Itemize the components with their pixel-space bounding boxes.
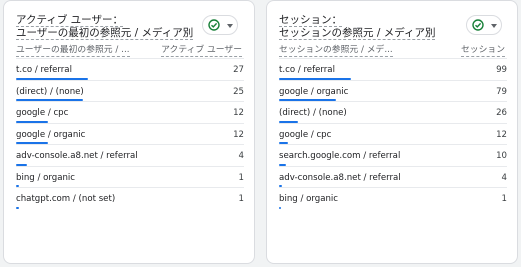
row-value: 4 bbox=[501, 172, 507, 183]
row-value: 1 bbox=[238, 194, 244, 204]
card-title: アクティブ ユーザー： ユーザーの最初の参照元 / メディア別 bbox=[16, 14, 194, 40]
card-title-line2: ユーザーの最初の参照元 / メディア別 bbox=[16, 27, 194, 40]
table-row[interactable]: google / organic 79 bbox=[279, 79, 507, 101]
row-value: 10 bbox=[496, 151, 507, 161]
card-title-line2: セッションの参照元 / メディア別 bbox=[279, 27, 436, 40]
row-label: t.co / referral bbox=[16, 65, 72, 75]
row-label: google / cpc bbox=[16, 108, 69, 118]
table-rows: t.co / referral 27 (direct) / (none) 25 goog… bbox=[16, 58, 244, 209]
row-value: 79 bbox=[496, 86, 507, 97]
metric-column-header[interactable]: セッション bbox=[461, 45, 505, 57]
table-row[interactable]: t.co / referral 27 bbox=[16, 58, 244, 80]
caret-down-icon bbox=[227, 24, 233, 28]
table-row[interactable]: (direct) / (none) 25 bbox=[16, 79, 244, 101]
row-label: google / organic bbox=[279, 86, 349, 97]
table-row[interactable]: adv-console.a8.net / referral 4 bbox=[279, 165, 507, 187]
row-value: 25 bbox=[233, 86, 244, 97]
check-circle-icon bbox=[208, 19, 220, 31]
row-label: adv-console.a8.net / referral bbox=[16, 151, 138, 161]
comparison-chip[interactable] bbox=[202, 15, 238, 35]
table-row[interactable]: bing / organic 1 bbox=[279, 187, 507, 209]
row-value: 4 bbox=[238, 151, 244, 161]
row-value: 12 bbox=[233, 129, 244, 140]
caret-down-icon bbox=[491, 24, 497, 28]
dashboard-page: アクティブ ユーザー： ユーザーの最初の参照元 / メディア別 ユーザーの最初の… bbox=[0, 0, 521, 267]
table-row[interactable]: adv-console.a8.net / referral 4 bbox=[16, 144, 244, 166]
row-label: google / organic bbox=[16, 129, 86, 140]
row-label: chatgpt.com / (not set) bbox=[16, 194, 116, 204]
card-title-line1: アクティブ ユーザー： bbox=[16, 14, 123, 27]
row-value: 26 bbox=[496, 108, 507, 118]
row-value: 12 bbox=[233, 108, 244, 118]
row-label: t.co / referral bbox=[279, 65, 335, 75]
value-bar bbox=[279, 206, 281, 209]
active-users-card: アクティブ ユーザー： ユーザーの最初の参照元 / メディア別 ユーザーの最初の… bbox=[3, 0, 255, 264]
table-row[interactable]: t.co / referral 99 bbox=[279, 58, 507, 80]
row-value: 1 bbox=[501, 194, 507, 204]
row-value: 1 bbox=[238, 172, 244, 183]
row-label: adv-console.a8.net / referral bbox=[279, 172, 401, 183]
row-label: (direct) / (none) bbox=[279, 108, 347, 118]
table-row[interactable]: google / cpc 12 bbox=[279, 122, 507, 144]
row-value: 99 bbox=[496, 65, 507, 75]
bar-track bbox=[16, 206, 244, 209]
dimension-column-header[interactable]: セッションの参照元 / メデ... bbox=[279, 45, 393, 57]
bar-track bbox=[279, 206, 507, 209]
check-circle-icon bbox=[472, 19, 484, 31]
table-rows: t.co / referral 99 google / organic 79 (dire… bbox=[279, 58, 507, 209]
card-title: セッション： セッションの参照元 / メディア別 bbox=[279, 14, 436, 40]
table-row[interactable]: bing / organic 1 bbox=[16, 165, 244, 187]
row-label: google / cpc bbox=[279, 129, 332, 140]
table-row[interactable]: google / cpc 12 bbox=[16, 101, 244, 123]
table-row[interactable]: search.google.com / referral 10 bbox=[279, 144, 507, 166]
value-bar bbox=[16, 206, 19, 209]
row-label: search.google.com / referral bbox=[279, 151, 401, 161]
row-label: bing / organic bbox=[16, 172, 76, 183]
sessions-card: セッション： セッションの参照元 / メディア別 セッションの参照元 / メデ.… bbox=[266, 0, 518, 264]
table-row[interactable]: chatgpt.com / (not set) 1 bbox=[16, 187, 244, 209]
row-value: 12 bbox=[496, 129, 507, 140]
table-row[interactable]: google / organic 12 bbox=[16, 122, 244, 144]
dimension-column-header[interactable]: ユーザーの最初の参照元 / ... bbox=[16, 45, 130, 57]
row-label: bing / organic bbox=[279, 194, 339, 204]
row-label: (direct) / (none) bbox=[16, 86, 84, 97]
metric-column-header[interactable]: アクティブ ユーザー bbox=[161, 45, 242, 57]
comparison-chip[interactable] bbox=[466, 15, 502, 35]
row-value: 27 bbox=[233, 65, 244, 75]
card-title-line1: セッション： bbox=[279, 14, 342, 27]
table-row[interactable]: (direct) / (none) 26 bbox=[279, 101, 507, 123]
